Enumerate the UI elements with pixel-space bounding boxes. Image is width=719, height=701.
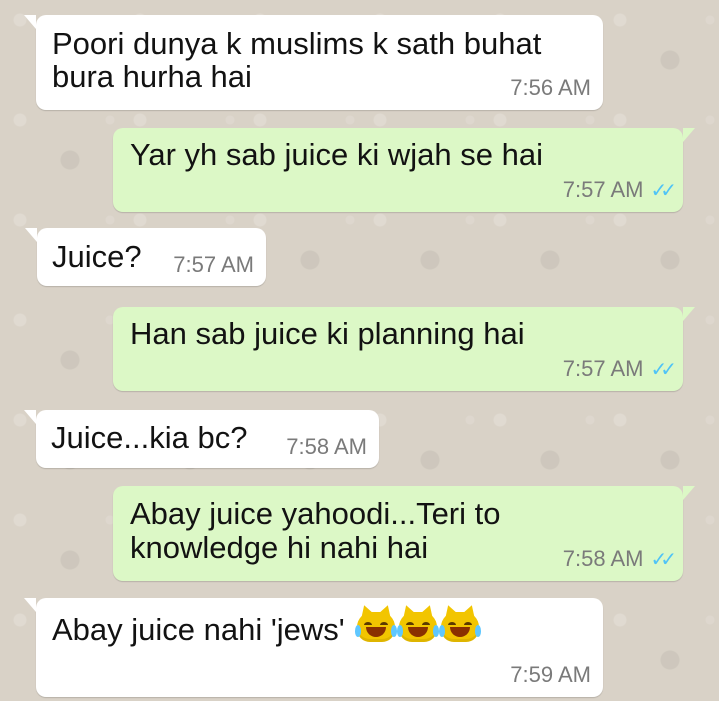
message-meta: 7:57 AM ✓✓: [562, 177, 677, 203]
message-bubble-incoming-2[interactable]: Juice? 7:57 AM: [25, 228, 266, 286]
message-text-line-1: Abay juice nahi 'jews': [52, 611, 481, 651]
message-text-line-1: Yar yh sab juice ki wjah se hai: [130, 137, 543, 172]
message-text-line-2: bura hurha hai: [52, 59, 252, 94]
double-check-read-icon: ✓✓: [650, 180, 676, 202]
message-bubble-outgoing-3[interactable]: Abay juice yahoodi...Teri to knowledge h…: [113, 486, 695, 581]
message-meta: 7:57 AM: [173, 254, 254, 276]
message-text-line-1: Abay juice yahoodi...Teri to: [130, 496, 501, 531]
message-bubble-outgoing-2[interactable]: Han sab juice ki planning hai 7:57 AM ✓✓: [113, 307, 695, 391]
emoji-group: [355, 612, 481, 651]
double-check-read-icon: ✓✓: [650, 359, 676, 381]
message-meta: 7:58 AM: [286, 436, 367, 458]
message-meta: 7:59 AM: [510, 664, 591, 686]
message-timestamp: 7:57 AM: [173, 252, 254, 277]
message-meta: 7:58 AM ✓✓: [562, 546, 677, 572]
message-meta: 7:57 AM ✓✓: [562, 356, 677, 382]
double-check-read-icon: ✓✓: [650, 549, 676, 571]
message-text-line-2: knowledge hi nahi hai: [130, 530, 429, 565]
message-text: Abay juice nahi 'jews': [52, 612, 345, 647]
message-meta: 7:56 AM: [510, 77, 591, 99]
cat-face-with-tears-of-joy-icon: [396, 612, 439, 642]
message-timestamp: 7:58 AM: [286, 434, 367, 459]
chat-thread: Poori dunya k muslims k sath buhat bura …: [0, 0, 719, 701]
message-text-line-1: Han sab juice ki planning hai: [130, 316, 525, 351]
message-bubble-incoming-3[interactable]: Juice...kia bc? 7:58 AM: [24, 410, 379, 468]
message-timestamp: 7:56 AM: [510, 75, 591, 100]
cat-face-with-tears-of-joy-icon: [355, 612, 398, 642]
message-timestamp: 7:59 AM: [510, 662, 591, 687]
message-bubble-incoming-4[interactable]: Abay juice nahi 'jews' 7:59 AM: [24, 598, 603, 697]
message-text-line-1: Juice?: [52, 239, 142, 274]
message-text-line-1: Juice...kia bc?: [51, 420, 248, 455]
message-timestamp: 7:57 AM: [562, 177, 644, 202]
message-timestamp: 7:57 AM: [562, 356, 644, 381]
message-bubble-incoming-1[interactable]: Poori dunya k muslims k sath buhat bura …: [24, 15, 603, 110]
cat-face-with-tears-of-joy-icon: [438, 612, 481, 642]
message-timestamp: 7:58 AM: [562, 546, 644, 571]
message-bubble-outgoing-1[interactable]: Yar yh sab juice ki wjah se hai 7:57 AM …: [113, 128, 695, 212]
